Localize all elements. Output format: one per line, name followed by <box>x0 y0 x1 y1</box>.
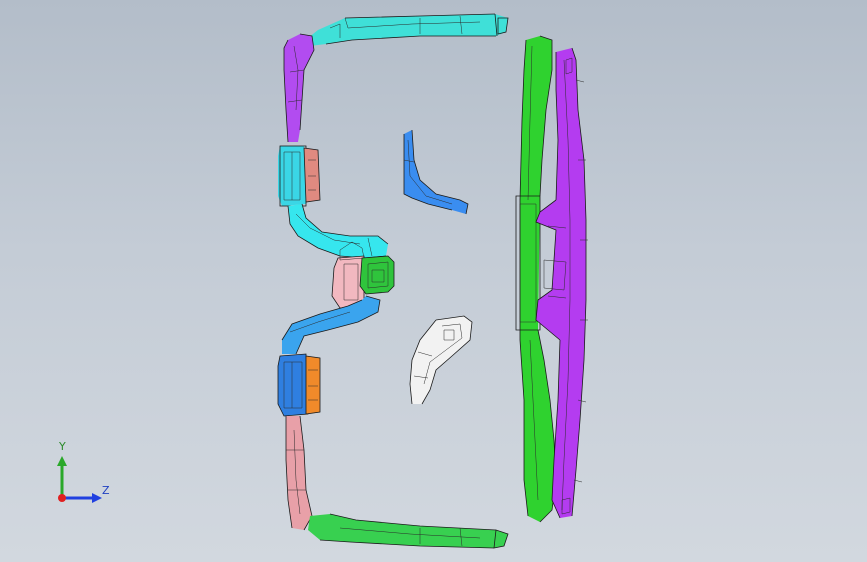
upper-vent-cap[interactable] <box>303 147 321 203</box>
y-axis-arrow-icon <box>57 456 67 466</box>
center-connector[interactable] <box>359 255 395 295</box>
z-axis-arrow-icon <box>92 493 102 503</box>
upper-left-bracket[interactable] <box>283 33 315 143</box>
x-axis-origin-icon <box>58 494 66 502</box>
green-frame-rail[interactable] <box>515 35 557 523</box>
coordinate-triad: Y Z <box>40 436 130 516</box>
triad-z-label: Z <box>102 484 110 497</box>
upper-vent-housing[interactable] <box>278 145 307 207</box>
graphics-viewport[interactable]: Y Z <box>0 0 867 562</box>
triad-axes-icon <box>57 456 102 503</box>
center-s-duct[interactable] <box>287 203 389 259</box>
lower-vent-cap[interactable] <box>305 355 321 415</box>
lower-s-duct[interactable] <box>281 295 381 355</box>
white-bracket-piece[interactable] <box>409 315 473 405</box>
upper-duct[interactable] <box>308 13 509 46</box>
model-scene[interactable] <box>0 0 867 562</box>
blue-corner-piece[interactable] <box>403 129 469 215</box>
lower-duct[interactable] <box>308 513 509 549</box>
lower-vent-housing[interactable] <box>277 353 309 417</box>
lower-left-bracket[interactable] <box>285 415 313 531</box>
triad-y-label: Y <box>59 440 66 453</box>
